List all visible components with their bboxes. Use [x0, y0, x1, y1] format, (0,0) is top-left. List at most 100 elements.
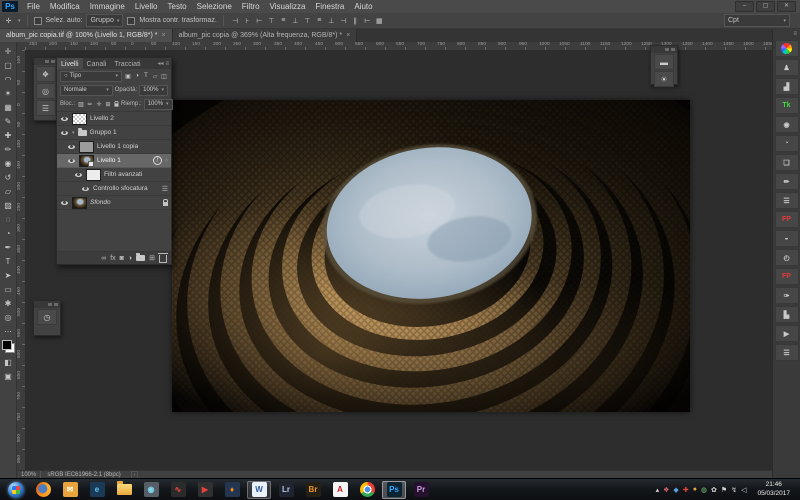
- filter-shape-icon[interactable]: ▱: [151, 72, 159, 80]
- start-button[interactable]: [4, 481, 28, 499]
- disc-burner-icon[interactable]: ◉: [139, 481, 163, 499]
- layer-row[interactable]: Livello 1 copia: [57, 140, 171, 154]
- filter-kind-dropdown[interactable]: ○Tipo ▾: [60, 71, 122, 82]
- panel-tab-livelli[interactable]: Livelli: [57, 58, 83, 69]
- distribute-top-edges-icon[interactable]: ⊤: [302, 15, 313, 26]
- link-layers-icon[interactable]: ∞: [101, 255, 106, 262]
- lock-transparency-icon[interactable]: ▨: [77, 100, 85, 108]
- panel-collapse-icon[interactable]: ◂◂: [157, 60, 163, 67]
- fp-panel-icon[interactable]: FP: [775, 211, 799, 228]
- menu-item-selezione[interactable]: Selezione: [192, 2, 237, 11]
- brush-tool[interactable]: ✏: [1, 142, 16, 156]
- layer-thumbnail[interactable]: [72, 197, 87, 209]
- distribute-bottom-edges-icon[interactable]: ⊥: [326, 15, 337, 26]
- pen-tool[interactable]: ✒: [1, 240, 16, 254]
- layer-style-icon[interactable]: fx: [110, 255, 115, 262]
- acrobat-icon[interactable]: A: [328, 481, 352, 499]
- layer-row[interactable]: Controllo sfocatura☰: [57, 182, 171, 196]
- clone-stamp-tool[interactable]: ◉: [1, 156, 16, 170]
- equalizer-panel-icon[interactable]: ☰: [775, 344, 799, 361]
- close-button[interactable]: ✕: [777, 1, 796, 12]
- filter-smart-object-icon[interactable]: ◫: [160, 72, 168, 80]
- group-expand-chevron-icon[interactable]: ▾: [72, 130, 75, 136]
- adjustment-layer-icon[interactable]: ◑: [128, 255, 132, 262]
- filter-image-icon[interactable]: ▣: [124, 72, 132, 80]
- striped-circle-panel-icon[interactable]: ◒: [775, 230, 799, 247]
- language-indicator[interactable]: ⚑: [721, 486, 727, 494]
- distribute-horizontal-centers-icon[interactable]: ∥: [350, 15, 361, 26]
- visibility-toggle[interactable]: [67, 145, 76, 149]
- tray-icon-2[interactable]: ◆: [673, 486, 678, 494]
- canvas-photo[interactable]: [172, 100, 690, 412]
- tray-icon-5[interactable]: ◍: [701, 486, 707, 494]
- history-brush-tool[interactable]: ↺: [1, 170, 16, 184]
- histogram-panel-icon[interactable]: ▟: [775, 78, 799, 95]
- restore-button[interactable]: ▢: [756, 1, 775, 12]
- portrait-panel-icon[interactable]: ♟: [775, 59, 799, 76]
- marquee-tool[interactable]: ▢: [1, 58, 16, 72]
- edit-toolbar[interactable]: ⋯: [1, 324, 16, 338]
- eyedropper-tool[interactable]: ✎: [1, 114, 16, 128]
- layer-row[interactable]: ▾Gruppo 1: [57, 126, 171, 140]
- visibility-toggle[interactable]: [60, 117, 69, 121]
- bridge-icon[interactable]: Br: [301, 481, 325, 499]
- menu-item-filtro[interactable]: Filtro: [237, 2, 265, 11]
- lock-all-icon[interactable]: [114, 100, 119, 108]
- filter-settings-icon[interactable]: ☰: [162, 185, 168, 193]
- mail-icon[interactable]: ✉: [58, 481, 82, 499]
- libraries-panel-icon[interactable]: ❖: [36, 66, 56, 82]
- crop-tool[interactable]: ▦: [1, 100, 16, 114]
- tool-preset-chevron-icon[interactable]: ▾: [18, 18, 21, 24]
- layer-row[interactable]: Filtri avanzati: [57, 168, 171, 182]
- align-horizontal-centers-icon[interactable]: ⊦: [242, 15, 253, 26]
- type-tool[interactable]: T: [1, 254, 16, 268]
- align-vertical-centers-icon[interactable]: ≡: [278, 15, 289, 26]
- lock-artboard-icon[interactable]: ⊞: [104, 100, 112, 108]
- minimize-button[interactable]: –: [735, 1, 754, 12]
- foreground-color-swatch[interactable]: [2, 340, 12, 350]
- sun-adjustments-icon[interactable]: ☀: [654, 71, 674, 87]
- tray-icon-1[interactable]: ❖: [663, 486, 669, 494]
- show-transform-checkbox[interactable]: [127, 17, 135, 25]
- red-swirl-app-icon[interactable]: ∿: [166, 481, 190, 499]
- tray-icon-6[interactable]: ✿: [711, 486, 717, 494]
- dock-header[interactable]: [34, 301, 60, 308]
- visibility-toggle[interactable]: [60, 201, 69, 205]
- color-wheel-panel-icon[interactable]: [775, 40, 799, 57]
- clone-source-panel-icon[interactable]: ▬: [654, 54, 674, 70]
- dock-collapse-icon[interactable]: ≡: [773, 31, 800, 39]
- blend-mode-dropdown[interactable]: Normale▾: [60, 85, 113, 96]
- internet-explorer-icon[interactable]: e: [85, 481, 109, 499]
- export-panel-icon[interactable]: ❏: [775, 154, 799, 171]
- visibility-toggle[interactable]: [81, 187, 90, 191]
- adjustments-panel-icon[interactable]: ☰: [36, 100, 56, 116]
- align-left-edges-icon[interactable]: ⊣: [230, 15, 241, 26]
- file-explorer-icon[interactable]: [112, 481, 136, 499]
- blur-tool[interactable]: ◌: [1, 212, 16, 226]
- dock-header[interactable]: [34, 58, 57, 65]
- filter-type-icon[interactable]: T: [142, 72, 150, 80]
- flame-app-icon[interactable]: ♦: [220, 481, 244, 499]
- panel-menu-icon[interactable]: ≡: [165, 61, 169, 67]
- mask-preview-panel-icon[interactable]: ◉: [775, 116, 799, 133]
- menu-item-modifica[interactable]: Modifica: [45, 2, 85, 11]
- eraser-tool[interactable]: ▱: [1, 184, 16, 198]
- align-right-edges-icon[interactable]: ⊢: [254, 15, 265, 26]
- levels-panel-icon[interactable]: ▙: [775, 306, 799, 323]
- menu-item-livello[interactable]: Livello: [130, 2, 163, 11]
- new-group-icon[interactable]: [136, 255, 145, 261]
- taskbar-clock[interactable]: 21:46 05/03/2017: [749, 481, 796, 497]
- pie-panel-icon[interactable]: ◔: [775, 135, 799, 152]
- new-layer-icon[interactable]: ⊞: [149, 254, 155, 262]
- tray-icon-3[interactable]: ✚: [683, 486, 689, 494]
- distribute-left-edges-icon[interactable]: ⊣: [338, 15, 349, 26]
- delete-layer-icon[interactable]: [159, 253, 167, 263]
- media-player-icon[interactable]: ▶: [193, 481, 217, 499]
- distribute-right-edges-icon[interactable]: ⊢: [362, 15, 373, 26]
- panel-tab-tracciati[interactable]: Tracciati: [110, 58, 144, 69]
- volume-icon[interactable]: ◁: [741, 486, 746, 494]
- distribute-vertical-centers-icon[interactable]: ≡: [314, 15, 325, 26]
- visibility-toggle[interactable]: [74, 173, 83, 177]
- play-actions-panel-icon[interactable]: ▶: [775, 325, 799, 342]
- hand-tool[interactable]: ✱: [1, 296, 16, 310]
